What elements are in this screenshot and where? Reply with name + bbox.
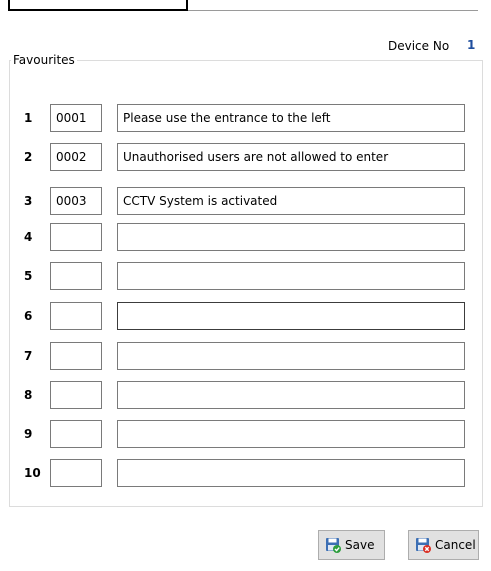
cancel-button[interactable]: Cancel <box>408 530 479 560</box>
message-input[interactable] <box>117 381 465 409</box>
code-input[interactable] <box>50 420 102 448</box>
favourite-row: 6 <box>0 302 491 330</box>
message-input[interactable] <box>117 420 465 448</box>
message-input[interactable]: Please use the entrance to the left <box>117 104 465 132</box>
message-input[interactable] <box>117 223 465 251</box>
save-button-label: Save <box>345 538 375 552</box>
code-input[interactable]: 0002 <box>50 143 102 171</box>
device-no-value: 1 <box>467 38 476 52</box>
code-input[interactable] <box>50 342 102 370</box>
code-input[interactable]: 0001 <box>50 104 102 132</box>
favourite-row: 10 <box>0 459 491 487</box>
message-input[interactable] <box>117 459 465 487</box>
row-number: 2 <box>24 150 33 164</box>
favourite-row: 2 0002 Unauthorised users are not allowe… <box>0 143 491 171</box>
favourites-legend: Favourites <box>11 53 77 67</box>
favourite-row: 4 <box>0 223 491 251</box>
code-input[interactable] <box>50 381 102 409</box>
favourite-row: 8 <box>0 381 491 409</box>
code-input[interactable] <box>50 459 102 487</box>
message-input[interactable]: Unauthorised users are not allowed to en… <box>117 143 465 171</box>
top-window-edge <box>0 0 491 12</box>
favourite-row: 9 <box>0 420 491 448</box>
row-number: 6 <box>24 309 33 323</box>
favourite-row: 5 <box>0 262 491 290</box>
code-input[interactable]: 0003 <box>50 187 102 215</box>
message-input[interactable] <box>117 302 465 330</box>
message-input[interactable] <box>117 262 465 290</box>
code-input[interactable] <box>50 223 102 251</box>
row-number: 5 <box>24 269 33 283</box>
cancel-button-label: Cancel <box>435 538 476 552</box>
message-input[interactable]: CCTV System is activated <box>117 187 465 215</box>
device-no-label: Device No <box>388 39 450 53</box>
row-number: 8 <box>24 388 33 402</box>
row-number: 1 <box>24 111 33 125</box>
save-disk-cancel-icon <box>415 537 431 553</box>
code-input[interactable] <box>50 302 102 330</box>
save-disk-check-icon <box>325 537 341 553</box>
message-input[interactable] <box>117 342 465 370</box>
row-number: 7 <box>24 349 33 363</box>
row-number: 10 <box>24 466 41 480</box>
row-number: 3 <box>24 194 33 208</box>
row-number: 4 <box>24 230 33 244</box>
favourite-row: 7 <box>0 342 491 370</box>
save-button[interactable]: Save <box>318 530 385 560</box>
favourite-row: 1 0001 Please use the entrance to the le… <box>0 104 491 132</box>
row-number: 9 <box>24 427 33 441</box>
code-input[interactable] <box>50 262 102 290</box>
favourite-row: 3 0003 CCTV System is activated <box>0 187 491 215</box>
